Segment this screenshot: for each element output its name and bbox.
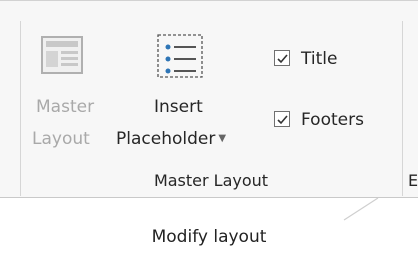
footers-checkbox[interactable]: Footers — [274, 108, 394, 134]
insert-placeholder-label-line1: Insert — [154, 97, 203, 117]
checkmark-icon — [277, 115, 288, 125]
insert-placeholder-icon — [157, 34, 203, 78]
master-layout-button[interactable]: Master Layout — [30, 29, 106, 163]
footers-checkbox-label: Footers — [301, 110, 364, 130]
callout-leader-line — [343, 197, 379, 221]
group-separator — [20, 21, 21, 196]
master-layout-label-line2: Layout — [32, 129, 90, 149]
title-checkbox-label: Title — [301, 49, 338, 69]
group-separator — [402, 21, 403, 196]
next-group-label-partial: E — [408, 171, 418, 190]
insert-placeholder-label-line2: Placeholder ▼ — [116, 129, 226, 149]
caption-text: Modify layout — [151, 227, 267, 247]
title-checkbox[interactable]: Title — [274, 47, 394, 73]
dropdown-caret-icon[interactable]: ▼ — [218, 133, 226, 144]
insert-placeholder-button[interactable]: Insert Placeholder ▼ — [114, 29, 264, 163]
master-layout-icon — [41, 36, 83, 74]
master-layout-label-line1: Master — [36, 97, 95, 117]
checkmark-icon — [277, 54, 288, 64]
group-label-master-layout: Master Layout — [153, 171, 269, 190]
insert-placeholder-label-text: Placeholder — [116, 129, 216, 149]
ribbon-panel: Master Layout Insert Placeholder ▼ Title … — [0, 0, 418, 198]
title-checkbox-box[interactable] — [274, 50, 290, 66]
footers-checkbox-box[interactable] — [274, 111, 290, 127]
